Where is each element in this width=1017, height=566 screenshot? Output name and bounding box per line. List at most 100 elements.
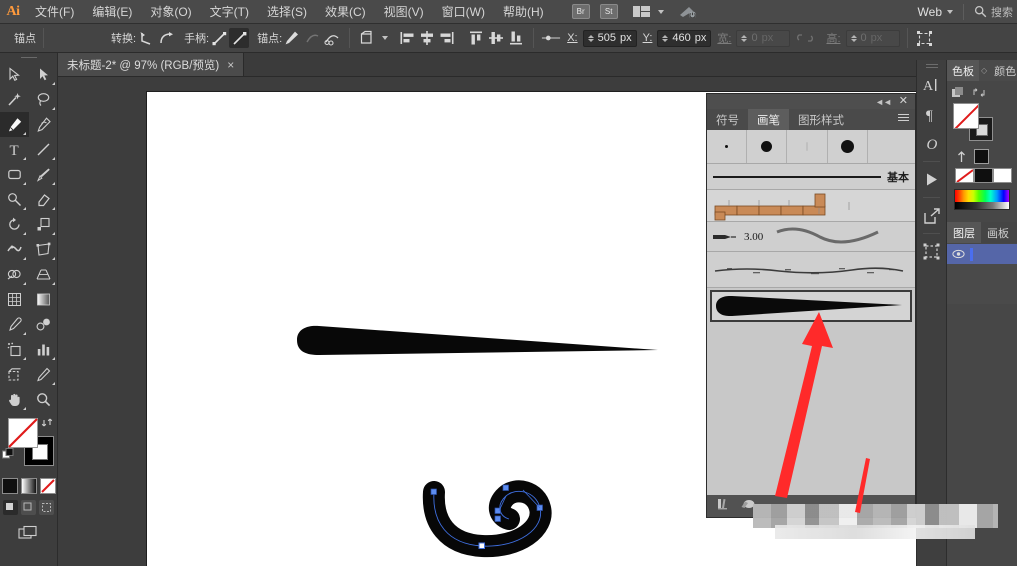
- free-transform-tool[interactable]: [29, 237, 58, 262]
- menu-window[interactable]: 窗口(W): [433, 0, 494, 24]
- workspace-chevron-down-icon[interactable]: [947, 9, 953, 14]
- tab-graphic-styles[interactable]: 图形样式: [789, 109, 853, 130]
- align-bottom-icon[interactable]: [506, 28, 526, 48]
- swap-fill-stroke-icon[interactable]: [41, 416, 54, 434]
- eraser-tool[interactable]: [29, 187, 58, 212]
- x-coordinate-field[interactable]: 505 px: [582, 29, 637, 47]
- menu-view[interactable]: 视图(V): [375, 0, 433, 24]
- lock-proportions-icon[interactable]: [795, 28, 815, 48]
- brush-libraries-icon[interactable]: [716, 497, 731, 515]
- x-stepper[interactable]: [587, 34, 594, 42]
- transform-anchor-icon[interactable]: [541, 28, 561, 48]
- opentype-panel-icon[interactable]: O: [917, 129, 946, 158]
- brushes-panel-titlebar[interactable]: ◄◄ ✕: [707, 94, 915, 109]
- menu-object[interactable]: 对象(O): [141, 0, 200, 24]
- tab-symbols[interactable]: 符号: [707, 109, 748, 130]
- search-box[interactable]: 搜索: [974, 4, 1013, 20]
- show-handles-icon[interactable]: [209, 28, 229, 48]
- bridge-button[interactable]: Br: [571, 4, 590, 19]
- toolbar-grip[interactable]: [0, 53, 57, 62]
- width-tool[interactable]: [0, 237, 29, 262]
- brush-item-tapered-selected[interactable]: [710, 290, 912, 322]
- slice-tool[interactable]: [29, 362, 58, 387]
- lasso-tool[interactable]: [29, 87, 58, 112]
- brush-item-art-300[interactable]: 3.00: [707, 222, 915, 252]
- hide-handles-icon[interactable]: [229, 28, 250, 48]
- arrange-documents-icon[interactable]: [632, 5, 653, 18]
- y-coordinate-field[interactable]: 460 px: [657, 29, 712, 47]
- swatch-group-icon[interactable]: [951, 86, 965, 99]
- type-tool[interactable]: T: [0, 137, 29, 162]
- character-panel-icon[interactable]: A: [917, 71, 946, 100]
- tab-swatches[interactable]: 色板: [947, 60, 979, 81]
- direct-selection-tool[interactable]: [29, 62, 58, 87]
- scale-tool[interactable]: [29, 212, 58, 237]
- white-quick-swatch[interactable]: [993, 168, 1012, 183]
- paintbrush-tool[interactable]: [29, 162, 58, 187]
- menu-help[interactable]: 帮助(H): [494, 0, 553, 24]
- draw-inside-button[interactable]: [39, 500, 54, 515]
- isolate-chevron-down-icon[interactable]: [382, 36, 389, 40]
- artboards-panel-icon[interactable]: [917, 237, 946, 266]
- y-stepper[interactable]: [662, 34, 669, 42]
- brush-item-charcoal[interactable]: [707, 252, 915, 288]
- selection-tool[interactable]: [0, 62, 29, 87]
- document-tab[interactable]: 未标题-2* @ 97% (RGB/预览) ×: [58, 53, 245, 76]
- panel-menu-icon[interactable]: [898, 114, 909, 121]
- screen-mode-button[interactable]: [0, 525, 57, 541]
- eyedropper-tool[interactable]: [0, 312, 29, 337]
- zoom-tool[interactable]: [29, 387, 58, 412]
- brush-thumb-large-dot[interactable]: [828, 130, 868, 163]
- connect-anchors-icon[interactable]: [302, 28, 322, 48]
- layer-row[interactable]: [947, 244, 1017, 264]
- perspective-grid-tool[interactable]: [29, 262, 58, 287]
- swap-arrows-icon[interactable]: [972, 86, 986, 99]
- close-icon[interactable]: ×: [227, 59, 234, 71]
- panel-fill-swatch[interactable]: [953, 103, 979, 129]
- rectangle-tool[interactable]: [0, 162, 29, 187]
- tab-brushes[interactable]: 画笔: [748, 109, 789, 130]
- stock-button[interactable]: St: [599, 4, 618, 19]
- eye-icon[interactable]: [952, 249, 965, 259]
- actions-panel-icon[interactable]: [917, 165, 946, 194]
- blend-tool[interactable]: [29, 312, 58, 337]
- bridge-power-icon[interactable]: [678, 4, 698, 20]
- brush-thumb-soft[interactable]: [787, 130, 828, 163]
- gradient-swatch-button[interactable]: [20, 478, 37, 494]
- paragraph-panel-icon[interactable]: ¶: [917, 100, 946, 129]
- pen-tool[interactable]: [0, 112, 29, 137]
- align-center-vertical-icon[interactable]: [486, 28, 506, 48]
- none-swatch-button[interactable]: [39, 478, 56, 494]
- align-left-icon[interactable]: [397, 28, 417, 48]
- shaper-tool[interactable]: [0, 187, 29, 212]
- icon-dock-grip[interactable]: [917, 60, 946, 71]
- tab-color[interactable]: 颜色: [989, 63, 1017, 79]
- magic-wand-tool[interactable]: [0, 87, 29, 112]
- line-segment-tool[interactable]: [29, 137, 58, 162]
- draw-behind-button[interactable]: [21, 500, 36, 515]
- brush-thumb-round-dot[interactable]: [747, 130, 788, 163]
- width-field[interactable]: 0 px: [736, 29, 791, 47]
- layers-panel-body[interactable]: [947, 264, 1017, 304]
- menu-select[interactable]: 选择(S): [258, 0, 316, 24]
- arrange-chevron-down-icon[interactable]: [657, 9, 664, 14]
- cut-path-icon[interactable]: [322, 28, 342, 48]
- convert-to-corner-icon[interactable]: [136, 28, 156, 48]
- brush-thumb-tiny-dot[interactable]: [707, 130, 748, 163]
- curvature-tool[interactable]: [29, 112, 58, 137]
- artboard-tool[interactable]: [0, 362, 29, 387]
- black-quick-swatch[interactable]: [974, 168, 993, 183]
- color-swatch-button[interactable]: [1, 478, 18, 494]
- asset-export-panel-icon[interactable]: [917, 201, 946, 230]
- workspace-label[interactable]: Web: [918, 5, 942, 19]
- hand-tool[interactable]: [0, 387, 29, 412]
- menu-edit[interactable]: 编辑(E): [83, 0, 141, 24]
- black-swatch[interactable]: [974, 149, 989, 164]
- tab-layers[interactable]: 图层: [947, 222, 981, 243]
- color-spectrum-bar[interactable]: [954, 189, 1010, 210]
- none-quick-swatch[interactable]: [955, 168, 974, 183]
- remove-anchor-icon[interactable]: [282, 28, 302, 48]
- symbol-sprayer-tool[interactable]: [0, 337, 29, 362]
- tab-artboards[interactable]: 画板: [981, 222, 1015, 243]
- arrow-up-icon[interactable]: [955, 150, 968, 163]
